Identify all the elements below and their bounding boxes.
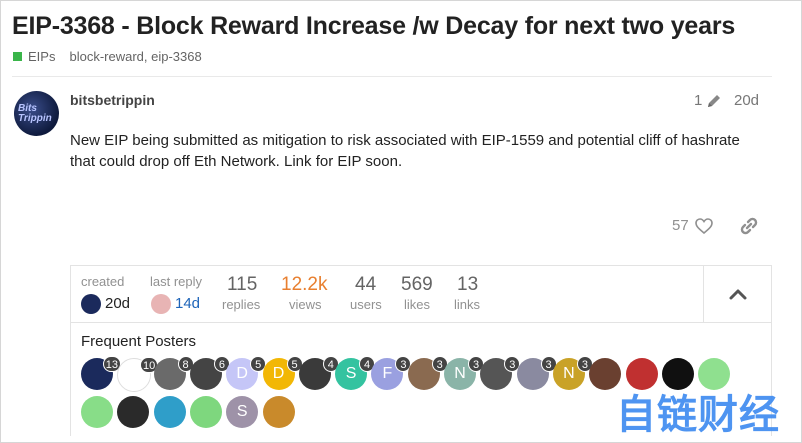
last-reply-value[interactable]: 14d <box>175 295 200 312</box>
links-label: links <box>454 297 481 312</box>
pencil-icon <box>708 94 721 107</box>
author-username[interactable]: bitsbetrippin <box>70 92 155 108</box>
replies-label: replies <box>222 297 261 312</box>
category-link[interactable]: EIPs <box>28 49 55 64</box>
edit-count: 1 <box>694 92 703 109</box>
heart-icon <box>694 217 713 234</box>
poster-avatar[interactable]: 8 <box>153 356 194 390</box>
post-body: New EIP being submitted as mitigation to… <box>70 132 740 170</box>
created-value[interactable]: 20d <box>105 295 130 312</box>
topic-title[interactable]: EIP-3368 - Block Reward Increase /w Deca… <box>12 12 735 41</box>
likes-count: 569 <box>401 274 433 295</box>
poster-avatar[interactable]: S <box>226 396 259 428</box>
frequent-posters-title: Frequent Posters <box>81 333 197 350</box>
like-button[interactable]: 57 <box>672 217 713 234</box>
tag-list[interactable]: block-reward, eip-3368 <box>69 49 201 64</box>
poster-avatar[interactable] <box>117 396 150 428</box>
collapse-summary-button[interactable] <box>703 266 772 322</box>
poster-avatar[interactable] <box>153 396 186 428</box>
poster-avatar[interactable]: 4 <box>298 356 339 390</box>
users-count: 44 <box>355 274 377 295</box>
last-reply-label: last reply <box>150 274 203 289</box>
last-reply-avatar[interactable] <box>151 294 171 314</box>
poster-avatar[interactable]: 10 <box>117 357 159 392</box>
poster-initial: N <box>454 365 466 382</box>
replies-count: 115 <box>227 274 258 295</box>
share-button[interactable] <box>739 216 759 241</box>
poster-avatar[interactable]: S4 <box>335 356 376 390</box>
poster-initial: D <box>272 365 285 382</box>
poster-avatar[interactable]: 3 <box>407 356 448 390</box>
topic-map-header: created 20d last reply 14d 115 replies 1… <box>71 266 771 323</box>
poster-initial: F <box>382 365 393 382</box>
poster-initial: D <box>236 365 248 382</box>
edit-history-button[interactable]: 1 <box>694 92 722 109</box>
poster-avatar[interactable]: 13 <box>81 356 121 390</box>
chevron-up-icon <box>729 289 747 300</box>
created-avatar[interactable] <box>81 294 101 314</box>
poster-avatar[interactable] <box>189 396 222 428</box>
poster-avatar[interactable]: D5 <box>262 356 303 390</box>
poster-avatar[interactable]: N3 <box>552 356 593 390</box>
header-divider <box>12 76 772 77</box>
poster-initial: N <box>563 365 575 382</box>
views-label: views <box>289 297 322 312</box>
poster-avatar[interactable] <box>81 396 113 428</box>
poster-avatar[interactable]: 3 <box>516 356 557 390</box>
poster-avatar[interactable]: 3 <box>480 356 521 390</box>
likes-label: likes <box>404 297 431 312</box>
poster-initial: S <box>236 403 248 420</box>
link-icon <box>740 217 758 235</box>
topic-meta: EIPs block-reward, eip-3368 <box>13 49 202 64</box>
like-count: 57 <box>672 217 689 234</box>
poster-avatar[interactable] <box>262 396 295 428</box>
category-color-square <box>13 52 22 61</box>
poster-avatar[interactable]: 6 <box>189 356 230 390</box>
links-count: 13 <box>457 274 479 295</box>
poster-avatar[interactable]: D5 <box>226 356 267 390</box>
post-date[interactable]: 20d <box>734 92 759 109</box>
avatar-logo-text: Bits Trippin <box>18 103 52 124</box>
poster-initial: S <box>345 365 357 382</box>
poster-avatar[interactable]: N3 <box>444 356 484 390</box>
users-label: users <box>350 297 382 312</box>
watermark-text: 自链财经 <box>616 392 780 438</box>
author-avatar[interactable]: Bits Trippin <box>14 91 59 136</box>
views-count: 12.2k <box>281 274 328 295</box>
created-label: created <box>81 274 125 289</box>
poster-avatar[interactable]: F3 <box>371 356 412 390</box>
